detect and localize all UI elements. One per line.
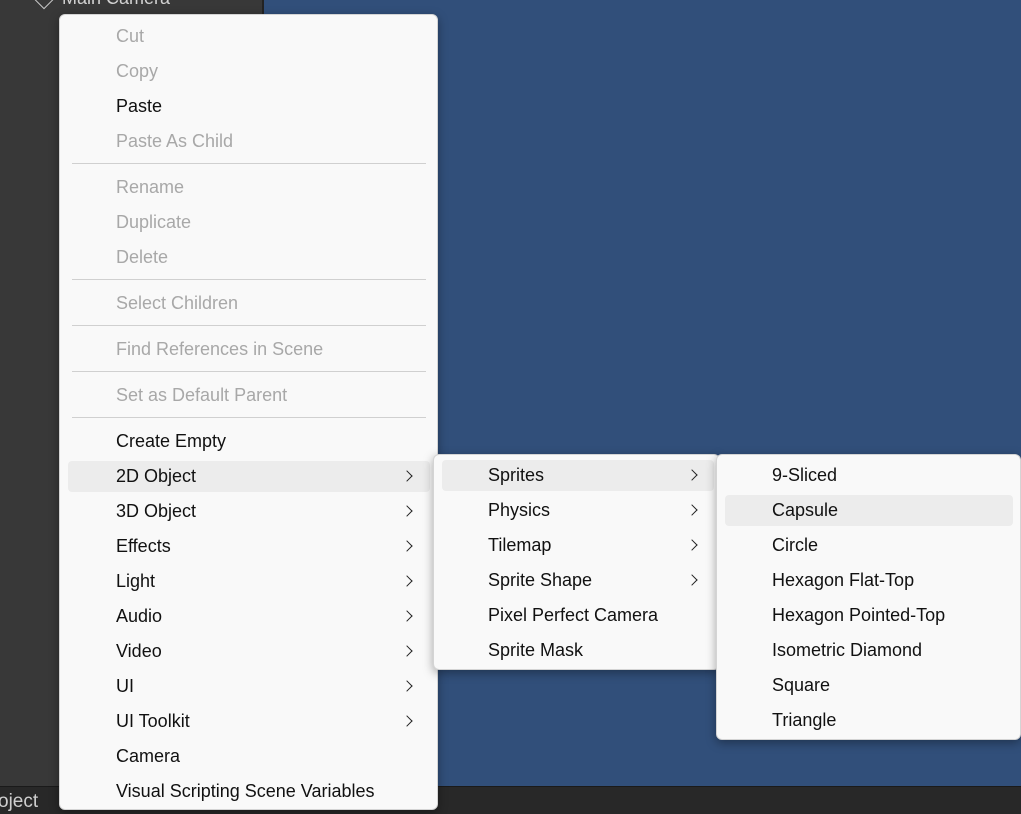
menu-item-audio[interactable]: Audio (68, 601, 430, 632)
menu-separator (72, 417, 426, 418)
submenu-2d-object: Sprites Physics Tilemap Sprite Shape Pix… (433, 454, 720, 670)
menu-item-create-empty[interactable]: Create Empty (68, 426, 430, 457)
chevron-right-icon (401, 505, 413, 517)
submenu-sprites: 9-Sliced Capsule Circle Hexagon Flat-Top… (716, 454, 1021, 740)
menu-item-sprite-shape[interactable]: Sprite Shape (442, 565, 714, 596)
menu-item-circle[interactable]: Circle (725, 530, 1013, 561)
menu-item-triangle[interactable]: Triangle (725, 705, 1013, 736)
chevron-right-icon (686, 504, 698, 516)
menu-separator (72, 279, 426, 280)
chevron-right-icon (401, 610, 413, 622)
chevron-right-icon (401, 645, 413, 657)
menu-item-visual-scripting-scene-variables[interactable]: Visual Scripting Scene Variables (68, 776, 430, 807)
menu-item-copy[interactable]: Copy (68, 56, 430, 87)
menu-item-paste[interactable]: Paste (68, 91, 430, 122)
hierarchy-row-label: Main Camera (62, 0, 170, 9)
menu-item-3d-object[interactable]: 3D Object (68, 496, 430, 527)
menu-item-ui-toolkit[interactable]: UI Toolkit (68, 706, 430, 737)
menu-separator (72, 163, 426, 164)
menu-item-hexagon-pointed-top[interactable]: Hexagon Pointed-Top (725, 600, 1013, 631)
menu-item-rename[interactable]: Rename (68, 172, 430, 203)
chevron-right-icon (401, 715, 413, 727)
menu-item-effects[interactable]: Effects (68, 531, 430, 562)
menu-item-isometric-diamond[interactable]: Isometric Diamond (725, 635, 1013, 666)
chevron-right-icon (401, 540, 413, 552)
menu-item-light[interactable]: Light (68, 566, 430, 597)
menu-item-delete[interactable]: Delete (68, 242, 430, 273)
menu-item-set-default-parent[interactable]: Set as Default Parent (68, 380, 430, 411)
gameobject-cube-icon (32, 0, 56, 10)
menu-separator (72, 325, 426, 326)
chevron-right-icon (401, 575, 413, 587)
chevron-right-icon (686, 539, 698, 551)
menu-item-select-children[interactable]: Select Children (68, 288, 430, 319)
chevron-right-icon (686, 574, 698, 586)
hierarchy-context-menu: Cut Copy Paste Paste As Child Rename Dup… (59, 14, 438, 810)
menu-item-capsule[interactable]: Capsule (725, 495, 1013, 526)
menu-item-ui[interactable]: UI (68, 671, 430, 702)
chevron-right-icon (401, 680, 413, 692)
menu-item-2d-object[interactable]: 2D Object (68, 461, 430, 492)
menu-item-camera[interactable]: Camera (68, 741, 430, 772)
menu-item-square[interactable]: Square (725, 670, 1013, 701)
menu-item-cut[interactable]: Cut (68, 21, 430, 52)
menu-item-hexagon-flat-top[interactable]: Hexagon Flat-Top (725, 565, 1013, 596)
menu-item-tilemap[interactable]: Tilemap (442, 530, 714, 561)
menu-item-pixel-perfect-camera[interactable]: Pixel Perfect Camera (442, 600, 714, 631)
menu-item-paste-as-child[interactable]: Paste As Child (68, 126, 430, 157)
chevron-right-icon (401, 470, 413, 482)
menu-item-sprite-mask[interactable]: Sprite Mask (442, 635, 714, 666)
menu-item-video[interactable]: Video (68, 636, 430, 667)
menu-item-physics[interactable]: Physics (442, 495, 714, 526)
chevron-right-icon (686, 469, 698, 481)
menu-item-9-sliced[interactable]: 9-Sliced (725, 460, 1013, 491)
menu-item-duplicate[interactable]: Duplicate (68, 207, 430, 238)
menu-item-sprites[interactable]: Sprites (442, 460, 714, 491)
hierarchy-row-main-camera[interactable]: Main Camera (32, 0, 170, 10)
menu-item-find-references[interactable]: Find References in Scene (68, 334, 430, 365)
menu-separator (72, 371, 426, 372)
status-text: oject (0, 791, 39, 812)
